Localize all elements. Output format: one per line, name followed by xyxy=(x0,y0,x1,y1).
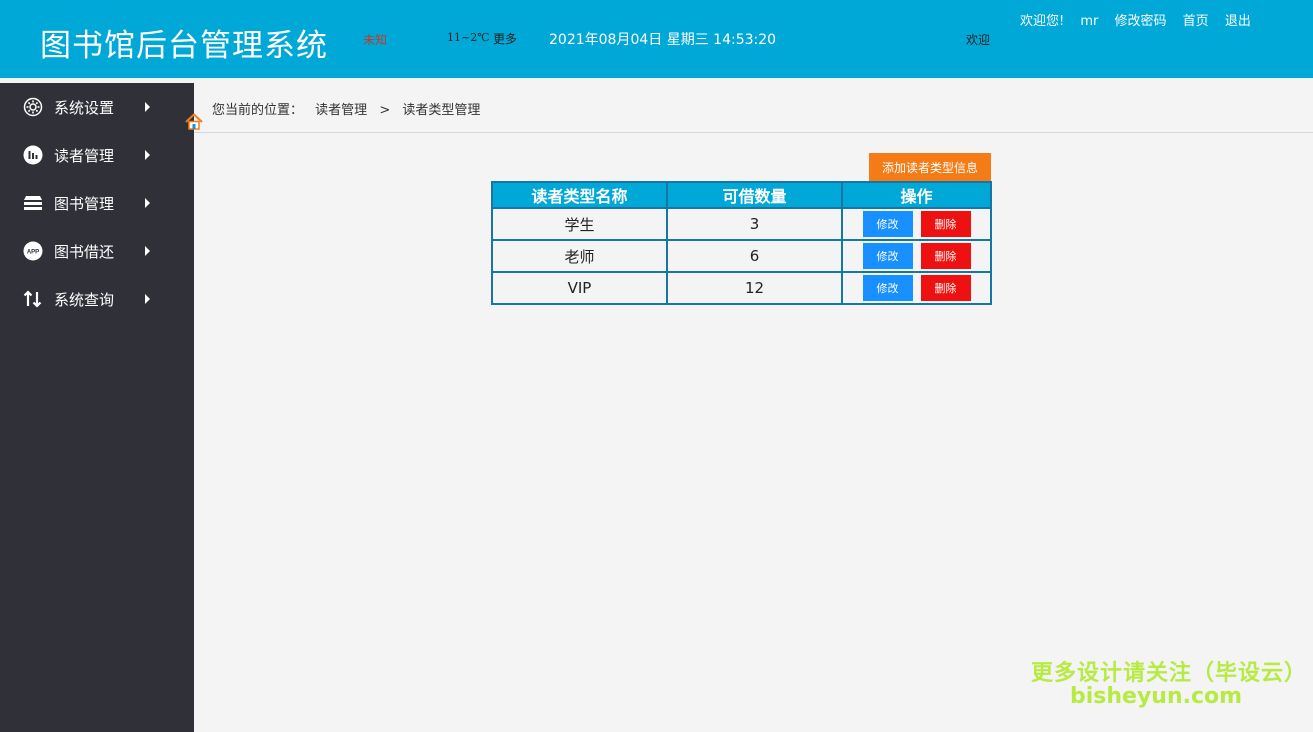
bar-chart-icon xyxy=(22,144,44,166)
weather-more-link[interactable]: 更多 xyxy=(493,30,517,47)
cell-actions: 修改 删除 xyxy=(841,239,992,273)
breadcrumb-reader-management[interactable]: 读者管理 xyxy=(315,103,367,118)
sidebar-item-label: 图书借还 xyxy=(54,242,115,261)
sidebar-item-label: 读者管理 xyxy=(54,146,115,165)
cell-borrow-count: 6 xyxy=(666,239,843,273)
username: mr xyxy=(1080,14,1099,29)
welcome-text-small: 欢迎 xyxy=(966,33,991,47)
top-header: 图书馆后台管理系统 未知 11~2℃ 更多 2021年08月04日 星期三 14… xyxy=(0,0,1313,78)
column-header-borrow-count: 可借数量 xyxy=(666,181,843,209)
column-header-actions: 操作 xyxy=(841,181,992,209)
chevron-right-icon xyxy=(145,198,150,208)
sidebar-item-reader-management[interactable]: 读者管理 xyxy=(0,131,194,179)
sidebar-item-label: 系统查询 xyxy=(54,290,115,309)
table-header-row: 读者类型名称 可借数量 操作 xyxy=(491,181,992,209)
sidebar-item-book-borrow-return[interactable]: APP 图书借还 xyxy=(0,227,194,275)
cell-actions: 修改 删除 xyxy=(841,207,992,241)
sidebar-item-system-settings[interactable]: 系统设置 xyxy=(0,83,194,131)
current-datetime: 2021年08月04日 星期三 14:53:20 xyxy=(549,32,777,48)
reader-type-table: 读者类型名称 可借数量 操作 学生 3 修改 删除 老师 6 修改 删除 VIP 1… xyxy=(491,181,992,305)
weather-temperature: 11~2℃ xyxy=(447,31,490,44)
home-link[interactable]: 首页 xyxy=(1183,10,1209,29)
swap-arrows-icon xyxy=(22,288,44,310)
cell-actions: 修改 删除 xyxy=(841,271,992,305)
top-links: 欢迎您! mr 修改密码 首页 退出 xyxy=(1020,10,1263,29)
delete-button[interactable]: 删除 xyxy=(920,211,971,237)
weather-city[interactable]: 未知 xyxy=(363,31,387,48)
books-stack-icon xyxy=(22,192,44,214)
content-divider xyxy=(194,132,1313,133)
watermark-line2: bisheyun.com xyxy=(1070,684,1243,709)
table-row: 老师 6 修改 删除 xyxy=(491,239,992,273)
app-icon: APP xyxy=(22,240,44,262)
chevron-right-icon xyxy=(145,246,150,256)
breadcrumb: 您当前的位置： 读者管理 > 读者类型管理 xyxy=(212,99,488,118)
edit-button[interactable]: 修改 xyxy=(862,243,913,269)
breadcrumb-separator: > xyxy=(379,103,391,118)
delete-button[interactable]: 删除 xyxy=(920,275,971,301)
table-row: 学生 3 修改 删除 xyxy=(491,207,992,241)
chevron-right-icon xyxy=(145,294,150,304)
breadcrumb-reader-type-management[interactable]: 读者类型管理 xyxy=(402,103,480,118)
cell-type-name: 学生 xyxy=(491,207,668,241)
home-icon xyxy=(185,113,203,130)
svg-text:APP: APP xyxy=(27,250,39,256)
chevron-right-icon xyxy=(145,150,150,160)
gear-icon xyxy=(22,96,44,118)
column-header-type-name: 读者类型名称 xyxy=(491,181,668,209)
sidebar-item-label: 图书管理 xyxy=(54,194,115,213)
cell-borrow-count: 12 xyxy=(666,271,843,305)
cell-borrow-count: 3 xyxy=(666,207,843,241)
table-row: VIP 12 修改 删除 xyxy=(491,271,992,305)
edit-button[interactable]: 修改 xyxy=(862,211,913,237)
cell-type-name: VIP xyxy=(491,271,668,305)
sidebar: 系统设置 读者管理 图书管理 APP 图书借还 系统查询 xyxy=(0,83,194,732)
chevron-right-icon xyxy=(145,102,150,112)
edit-button[interactable]: 修改 xyxy=(862,275,913,301)
add-reader-type-button[interactable]: 添加读者类型信息 xyxy=(869,153,991,181)
breadcrumb-prefix: 您当前的位置： xyxy=(212,103,304,118)
change-password-link[interactable]: 修改密码 xyxy=(1115,10,1167,29)
watermark-line1: 更多设计请关注（毕设云） xyxy=(1031,661,1308,686)
app-title: 图书馆后台管理系统 xyxy=(40,28,328,64)
sidebar-item-book-management[interactable]: 图书管理 xyxy=(0,179,194,227)
sidebar-item-system-query[interactable]: 系统查询 xyxy=(0,275,194,323)
sidebar-item-label: 系统设置 xyxy=(54,98,115,117)
delete-button[interactable]: 删除 xyxy=(920,243,971,269)
logout-link[interactable]: 退出 xyxy=(1225,10,1251,29)
cell-type-name: 老师 xyxy=(491,239,668,273)
welcome-label: 欢迎您! xyxy=(1020,14,1065,29)
